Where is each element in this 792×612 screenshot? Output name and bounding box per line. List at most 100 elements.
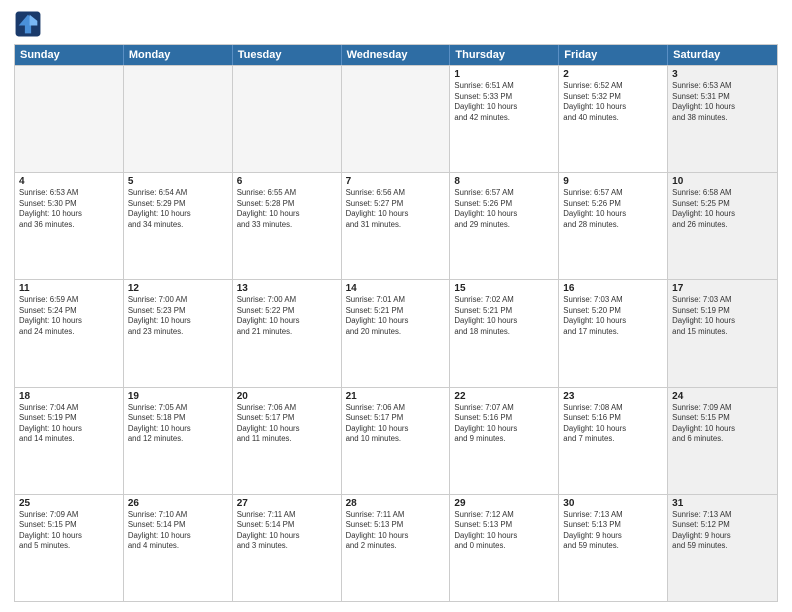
day-number: 4 — [19, 176, 119, 187]
day-cell — [233, 66, 342, 172]
day-number: 20 — [237, 391, 337, 402]
day-number: 14 — [346, 283, 446, 294]
day-info: Sunrise: 7:01 AM Sunset: 5:21 PM Dayligh… — [346, 295, 446, 337]
day-cell: 2Sunrise: 6:52 AM Sunset: 5:32 PM Daylig… — [559, 66, 668, 172]
day-cell: 29Sunrise: 7:12 AM Sunset: 5:13 PM Dayli… — [450, 495, 559, 601]
logo — [14, 10, 46, 38]
day-number: 16 — [563, 283, 663, 294]
day-info: Sunrise: 7:03 AM Sunset: 5:20 PM Dayligh… — [563, 295, 663, 337]
day-info: Sunrise: 7:09 AM Sunset: 5:15 PM Dayligh… — [672, 403, 773, 445]
day-number: 23 — [563, 391, 663, 402]
day-number: 18 — [19, 391, 119, 402]
day-info: Sunrise: 6:58 AM Sunset: 5:25 PM Dayligh… — [672, 188, 773, 230]
calendar: SundayMondayTuesdayWednesdayThursdayFrid… — [14, 44, 778, 602]
day-cell: 6Sunrise: 6:55 AM Sunset: 5:28 PM Daylig… — [233, 173, 342, 279]
day-info: Sunrise: 6:57 AM Sunset: 5:26 PM Dayligh… — [563, 188, 663, 230]
day-cell: 11Sunrise: 6:59 AM Sunset: 5:24 PM Dayli… — [15, 280, 124, 386]
day-cell: 5Sunrise: 6:54 AM Sunset: 5:29 PM Daylig… — [124, 173, 233, 279]
day-cell: 12Sunrise: 7:00 AM Sunset: 5:23 PM Dayli… — [124, 280, 233, 386]
day-info: Sunrise: 7:03 AM Sunset: 5:19 PM Dayligh… — [672, 295, 773, 337]
day-cell: 26Sunrise: 7:10 AM Sunset: 5:14 PM Dayli… — [124, 495, 233, 601]
day-cell — [15, 66, 124, 172]
day-cell: 25Sunrise: 7:09 AM Sunset: 5:15 PM Dayli… — [15, 495, 124, 601]
day-info: Sunrise: 7:07 AM Sunset: 5:16 PM Dayligh… — [454, 403, 554, 445]
day-cell: 19Sunrise: 7:05 AM Sunset: 5:18 PM Dayli… — [124, 388, 233, 494]
day-cell: 18Sunrise: 7:04 AM Sunset: 5:19 PM Dayli… — [15, 388, 124, 494]
day-header-wednesday: Wednesday — [342, 45, 451, 65]
day-header-friday: Friday — [559, 45, 668, 65]
day-cell — [124, 66, 233, 172]
day-cell: 13Sunrise: 7:00 AM Sunset: 5:22 PM Dayli… — [233, 280, 342, 386]
day-info: Sunrise: 7:06 AM Sunset: 5:17 PM Dayligh… — [346, 403, 446, 445]
day-info: Sunrise: 7:05 AM Sunset: 5:18 PM Dayligh… — [128, 403, 228, 445]
day-info: Sunrise: 7:11 AM Sunset: 5:14 PM Dayligh… — [237, 510, 337, 552]
day-number: 8 — [454, 176, 554, 187]
day-info: Sunrise: 7:11 AM Sunset: 5:13 PM Dayligh… — [346, 510, 446, 552]
day-number: 7 — [346, 176, 446, 187]
day-info: Sunrise: 6:59 AM Sunset: 5:24 PM Dayligh… — [19, 295, 119, 337]
day-cell: 3Sunrise: 6:53 AM Sunset: 5:31 PM Daylig… — [668, 66, 777, 172]
day-info: Sunrise: 6:56 AM Sunset: 5:27 PM Dayligh… — [346, 188, 446, 230]
week-row-4: 18Sunrise: 7:04 AM Sunset: 5:19 PM Dayli… — [15, 387, 777, 494]
day-header-thursday: Thursday — [450, 45, 559, 65]
day-cell: 31Sunrise: 7:13 AM Sunset: 5:12 PM Dayli… — [668, 495, 777, 601]
page: SundayMondayTuesdayWednesdayThursdayFrid… — [0, 0, 792, 612]
day-cell: 4Sunrise: 6:53 AM Sunset: 5:30 PM Daylig… — [15, 173, 124, 279]
day-info: Sunrise: 6:57 AM Sunset: 5:26 PM Dayligh… — [454, 188, 554, 230]
day-info: Sunrise: 7:10 AM Sunset: 5:14 PM Dayligh… — [128, 510, 228, 552]
day-cell: 7Sunrise: 6:56 AM Sunset: 5:27 PM Daylig… — [342, 173, 451, 279]
day-headers: SundayMondayTuesdayWednesdayThursdayFrid… — [15, 45, 777, 65]
day-number: 15 — [454, 283, 554, 294]
day-number: 19 — [128, 391, 228, 402]
day-cell: 21Sunrise: 7:06 AM Sunset: 5:17 PM Dayli… — [342, 388, 451, 494]
day-number: 25 — [19, 498, 119, 509]
day-cell — [342, 66, 451, 172]
day-header-monday: Monday — [124, 45, 233, 65]
day-number: 24 — [672, 391, 773, 402]
day-cell: 8Sunrise: 6:57 AM Sunset: 5:26 PM Daylig… — [450, 173, 559, 279]
day-number: 17 — [672, 283, 773, 294]
day-cell: 27Sunrise: 7:11 AM Sunset: 5:14 PM Dayli… — [233, 495, 342, 601]
day-info: Sunrise: 7:09 AM Sunset: 5:15 PM Dayligh… — [19, 510, 119, 552]
day-number: 30 — [563, 498, 663, 509]
day-cell: 24Sunrise: 7:09 AM Sunset: 5:15 PM Dayli… — [668, 388, 777, 494]
day-number: 29 — [454, 498, 554, 509]
day-info: Sunrise: 7:04 AM Sunset: 5:19 PM Dayligh… — [19, 403, 119, 445]
day-cell: 22Sunrise: 7:07 AM Sunset: 5:16 PM Dayli… — [450, 388, 559, 494]
day-number: 31 — [672, 498, 773, 509]
day-info: Sunrise: 7:12 AM Sunset: 5:13 PM Dayligh… — [454, 510, 554, 552]
day-cell: 10Sunrise: 6:58 AM Sunset: 5:25 PM Dayli… — [668, 173, 777, 279]
logo-icon — [14, 10, 42, 38]
day-number: 5 — [128, 176, 228, 187]
header — [14, 10, 778, 38]
day-header-sunday: Sunday — [15, 45, 124, 65]
day-cell: 15Sunrise: 7:02 AM Sunset: 5:21 PM Dayli… — [450, 280, 559, 386]
day-number: 13 — [237, 283, 337, 294]
day-info: Sunrise: 7:08 AM Sunset: 5:16 PM Dayligh… — [563, 403, 663, 445]
day-number: 9 — [563, 176, 663, 187]
week-row-1: 1Sunrise: 6:51 AM Sunset: 5:33 PM Daylig… — [15, 65, 777, 172]
day-number: 21 — [346, 391, 446, 402]
day-number: 11 — [19, 283, 119, 294]
day-number: 10 — [672, 176, 773, 187]
day-number: 12 — [128, 283, 228, 294]
day-info: Sunrise: 6:51 AM Sunset: 5:33 PM Dayligh… — [454, 81, 554, 123]
day-number: 27 — [237, 498, 337, 509]
day-header-tuesday: Tuesday — [233, 45, 342, 65]
day-info: Sunrise: 7:13 AM Sunset: 5:13 PM Dayligh… — [563, 510, 663, 552]
day-info: Sunrise: 7:00 AM Sunset: 5:23 PM Dayligh… — [128, 295, 228, 337]
day-info: Sunrise: 6:55 AM Sunset: 5:28 PM Dayligh… — [237, 188, 337, 230]
day-number: 2 — [563, 69, 663, 80]
day-cell: 30Sunrise: 7:13 AM Sunset: 5:13 PM Dayli… — [559, 495, 668, 601]
weeks: 1Sunrise: 6:51 AM Sunset: 5:33 PM Daylig… — [15, 65, 777, 601]
day-info: Sunrise: 6:53 AM Sunset: 5:31 PM Dayligh… — [672, 81, 773, 123]
day-info: Sunrise: 7:00 AM Sunset: 5:22 PM Dayligh… — [237, 295, 337, 337]
day-cell: 17Sunrise: 7:03 AM Sunset: 5:19 PM Dayli… — [668, 280, 777, 386]
day-info: Sunrise: 6:53 AM Sunset: 5:30 PM Dayligh… — [19, 188, 119, 230]
day-info: Sunrise: 7:02 AM Sunset: 5:21 PM Dayligh… — [454, 295, 554, 337]
day-cell: 1Sunrise: 6:51 AM Sunset: 5:33 PM Daylig… — [450, 66, 559, 172]
day-number: 6 — [237, 176, 337, 187]
day-info: Sunrise: 6:52 AM Sunset: 5:32 PM Dayligh… — [563, 81, 663, 123]
week-row-3: 11Sunrise: 6:59 AM Sunset: 5:24 PM Dayli… — [15, 279, 777, 386]
day-info: Sunrise: 7:13 AM Sunset: 5:12 PM Dayligh… — [672, 510, 773, 552]
